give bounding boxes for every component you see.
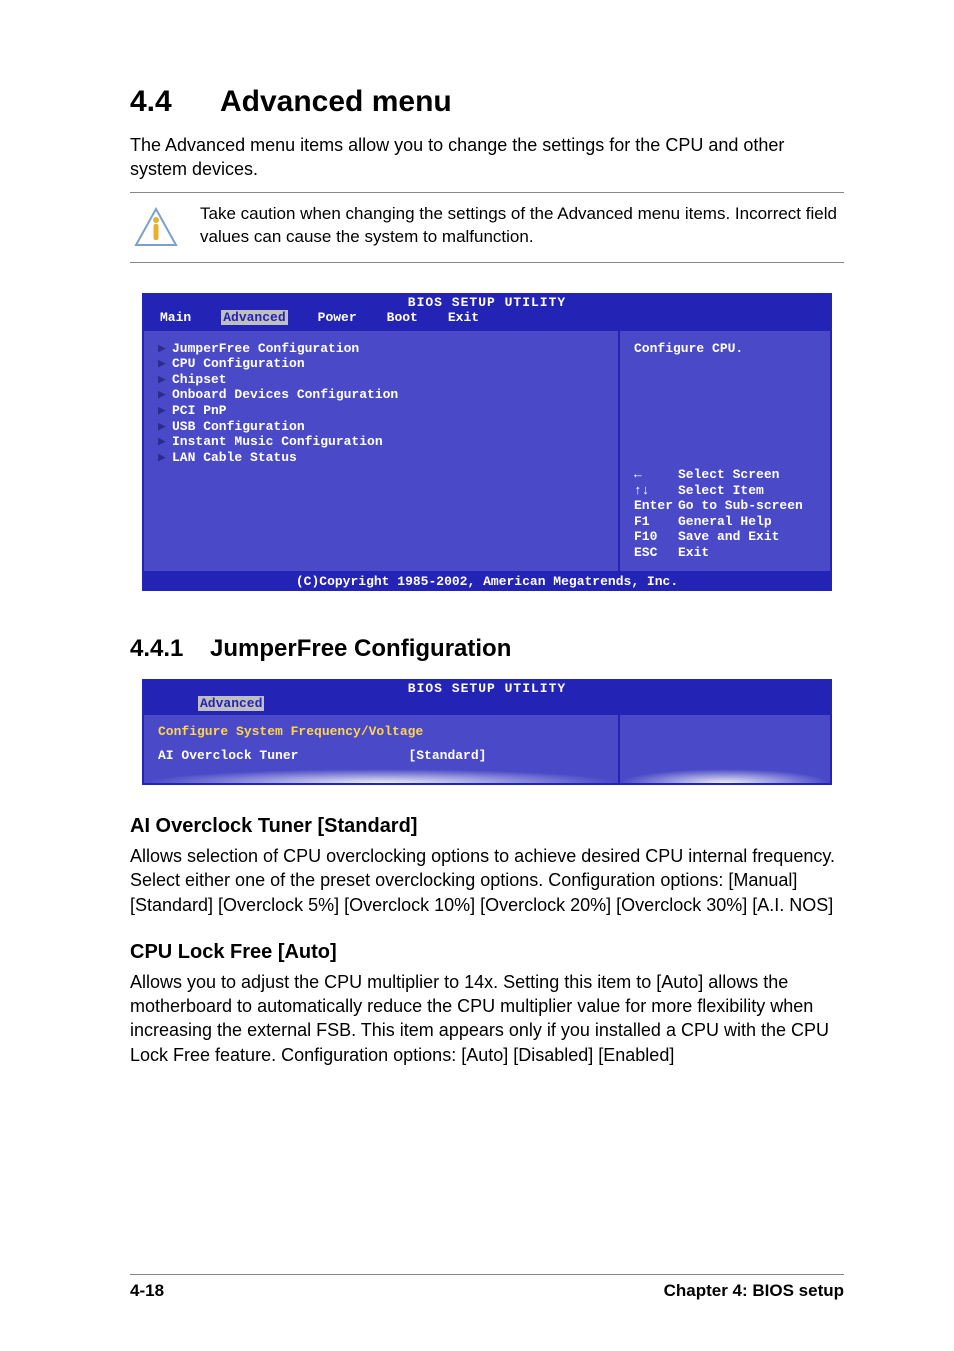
bios-tab-row: Main Advanced Power Boot Exit (142, 310, 832, 329)
option-value: [Standard] (408, 747, 486, 765)
key-esc: ESC (634, 545, 678, 561)
key-left-icon: ← (634, 467, 678, 483)
bios-copyright: (C)Copyright 1985-2002, American Megatre… (142, 573, 832, 591)
bios-help-panel: Configure CPU. ←Select Screen ↑↓Select I… (620, 331, 830, 571)
menu-item-chipset[interactable]: ▶Chipset (158, 372, 604, 388)
section-heading: 4.4Advanced menu (130, 85, 844, 119)
page-number: 4-18 (130, 1281, 164, 1301)
menu-item-lan[interactable]: ▶LAN Cable Status (158, 450, 604, 466)
bios-screen-jumperfree: BIOS SETUP UTILITY Advanced Configure Sy… (142, 679, 832, 785)
bios-screen-advanced: BIOS SETUP UTILITY Main Advanced Power Boot… (142, 293, 832, 591)
option-heading-cpu-lock: CPU Lock Free [Auto] (130, 941, 844, 964)
key-f10: F10 (634, 529, 678, 545)
bios-tab-row: Advanced (142, 696, 832, 713)
submenu-arrow-icon: ▶ (158, 341, 172, 357)
bios-tab-boot[interactable]: Boot (387, 310, 418, 325)
caution-icon (130, 203, 180, 252)
menu-label: CPU Configuration (172, 356, 305, 371)
bios-title: BIOS SETUP UTILITY (142, 679, 832, 696)
key-desc: Go to Sub-screen (678, 498, 803, 513)
submenu-arrow-icon: ▶ (158, 450, 172, 466)
bios-tab-exit[interactable]: Exit (448, 310, 479, 325)
menu-item-pci[interactable]: ▶PCI PnP (158, 403, 604, 419)
key-desc: Select Screen (678, 467, 779, 482)
menu-label: Onboard Devices Configuration (172, 387, 398, 402)
bios-help-panel (620, 715, 830, 783)
caution-box: Take caution when changing the settings … (130, 192, 844, 263)
bios-help-keys: ←Select Screen ↑↓Select Item EnterGo to … (634, 467, 816, 561)
page-footer: 4-18 Chapter 4: BIOS setup (130, 1274, 844, 1301)
menu-label: LAN Cable Status (172, 450, 297, 465)
bios-help-text: Configure CPU. (634, 341, 816, 356)
bios-title: BIOS SETUP UTILITY (142, 293, 832, 310)
bios-tab-advanced[interactable]: Advanced (221, 310, 287, 325)
menu-label: USB Configuration (172, 419, 305, 434)
bios-body: ▶JumperFree Configuration ▶CPU Configura… (142, 329, 832, 573)
menu-label: JumperFree Configuration (172, 341, 359, 356)
menu-item-usb[interactable]: ▶USB Configuration (158, 419, 604, 435)
key-updown-icon: ↑↓ (634, 483, 678, 499)
option-body-ai-tuner: Allows selection of CPU overclocking opt… (130, 844, 844, 917)
section-title: Advanced menu (220, 85, 452, 118)
key-desc: Save and Exit (678, 529, 779, 544)
chapter-title: Chapter 4: BIOS setup (664, 1281, 844, 1301)
subsection-number: 4.4.1 (130, 635, 210, 663)
submenu-arrow-icon: ▶ (158, 403, 172, 419)
menu-item-cpu[interactable]: ▶CPU Configuration (158, 356, 604, 372)
menu-item-jumperfree[interactable]: ▶JumperFree Configuration (158, 341, 604, 357)
submenu-arrow-icon: ▶ (158, 434, 172, 450)
key-desc: Select Item (678, 483, 764, 498)
key-f1: F1 (634, 514, 678, 530)
bios-config-panel: Configure System Frequency/Voltage AI Ov… (144, 715, 618, 783)
option-heading-ai-tuner: AI Overclock Tuner [Standard] (130, 815, 844, 838)
submenu-arrow-icon: ▶ (158, 372, 172, 388)
subsection-title: JumperFree Configuration (210, 635, 511, 662)
subsection-heading: 4.4.1JumperFree Configuration (130, 635, 844, 663)
section-number: 4.4 (130, 85, 220, 119)
submenu-arrow-icon: ▶ (158, 387, 172, 403)
caution-text: Take caution when changing the settings … (200, 203, 844, 252)
config-option-row[interactable]: AI Overclock Tuner [Standard] (158, 747, 604, 765)
menu-label: Chipset (172, 372, 227, 387)
submenu-arrow-icon: ▶ (158, 419, 172, 435)
menu-label: PCI PnP (172, 403, 227, 418)
config-header: Configure System Frequency/Voltage (158, 723, 604, 747)
option-body-cpu-lock: Allows you to adjust the CPU multiplier … (130, 970, 844, 1067)
menu-item-onboard[interactable]: ▶Onboard Devices Configuration (158, 387, 604, 403)
menu-item-music[interactable]: ▶Instant Music Configuration (158, 434, 604, 450)
key-desc: Exit (678, 545, 709, 560)
bios-tab-main[interactable]: Main (160, 310, 191, 325)
menu-label: Instant Music Configuration (172, 434, 383, 449)
bios-menu-list: ▶JumperFree Configuration ▶CPU Configura… (144, 331, 618, 571)
bios-body: Configure System Frequency/Voltage AI Ov… (142, 713, 832, 785)
bios-tab-power[interactable]: Power (318, 310, 357, 325)
submenu-arrow-icon: ▶ (158, 356, 172, 372)
bios-tab-advanced[interactable]: Advanced (198, 696, 264, 711)
intro-paragraph: The Advanced menu items allow you to cha… (130, 133, 844, 182)
key-desc: General Help (678, 514, 772, 529)
key-enter: Enter (634, 498, 678, 514)
option-label: AI Overclock Tuner (158, 748, 298, 763)
